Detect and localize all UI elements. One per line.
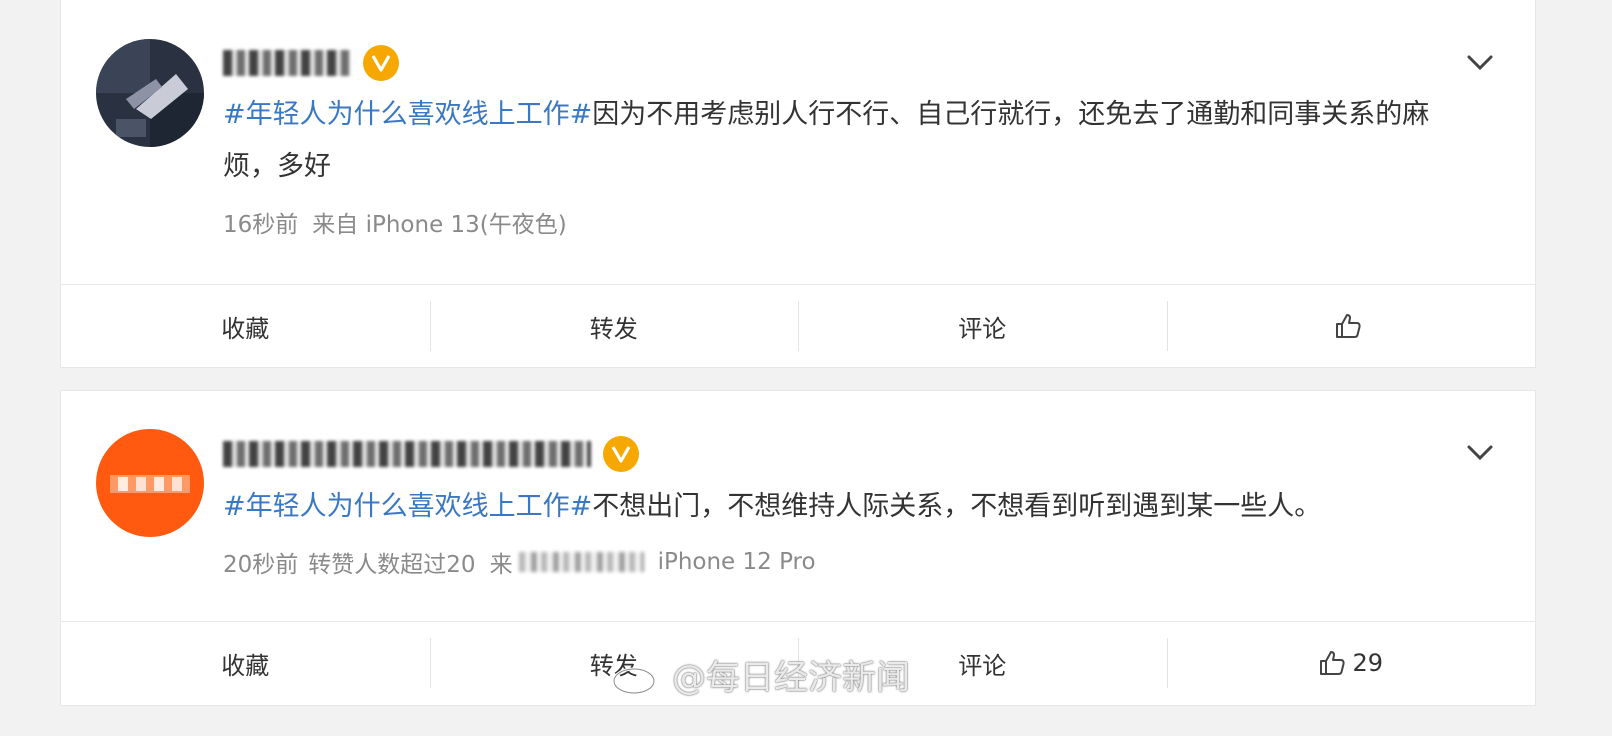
action-bar: 收藏 转发 评论: [61, 284, 1535, 367]
watermark: @每日经济新闻: [610, 650, 910, 699]
chevron-down-icon[interactable]: [1463, 45, 1497, 79]
like-button[interactable]: 29: [1166, 622, 1536, 704]
comment-button[interactable]: 评论: [798, 285, 1167, 367]
favorite-button[interactable]: 收藏: [61, 622, 430, 704]
like-button[interactable]: [1166, 285, 1536, 367]
post-source: 来自 iPhone 13(午夜色): [312, 212, 567, 238]
like-count: 29: [1352, 649, 1384, 677]
watermark-text: @每日经济新闻: [672, 658, 910, 698]
repost-button[interactable]: 转发: [429, 285, 799, 367]
repost-count-note: 转赞人数超过20: [308, 552, 476, 578]
user-avatar[interactable]: [96, 39, 204, 147]
topic-link[interactable]: #年轻人为什么喜欢线上工作#: [223, 99, 592, 130]
post-meta: 16秒前 来自 iPhone 13(午夜色): [223, 205, 581, 239]
post-time[interactable]: 20秒前: [223, 545, 298, 579]
username-blurred[interactable]: [223, 434, 639, 474]
chevron-down-icon[interactable]: [1463, 435, 1497, 469]
favorite-button[interactable]: 收藏: [61, 285, 430, 367]
weibo-logo-icon: [612, 659, 664, 694]
post-card-1: #年轻人为什么喜欢线上工作#因为不用考虑别人行不行、自己行就行，还免去了通勤和同…: [60, 0, 1536, 368]
post-text: #年轻人为什么喜欢线上工作#不想出门，不想维持人际关系，不想看到听到遇到某一些人…: [223, 481, 1473, 533]
username-blurred[interactable]: [223, 43, 399, 83]
topic-link[interactable]: #年轻人为什么喜欢线上工作#: [223, 491, 592, 522]
thumbs-up-icon: [1335, 314, 1361, 338]
post-source-prefix: 来: [489, 552, 513, 578]
verified-badge-icon: [363, 45, 399, 81]
post-content: 不想出门，不想维持人际关系，不想看到听到遇到某一些人。: [592, 491, 1322, 522]
post-source-device: iPhone 12 Pro: [657, 549, 816, 575]
post-meta: 20秒前 转赞人数超过20 来 iPhone 12 Pro: [223, 545, 830, 579]
user-avatar[interactable]: [96, 429, 204, 537]
verified-badge-icon: [603, 436, 639, 472]
post-text: #年轻人为什么喜欢线上工作#因为不用考虑别人行不行、自己行就行，还免去了通勤和同…: [223, 89, 1473, 193]
thumbs-up-icon: [1320, 651, 1346, 675]
post-time[interactable]: 16秒前: [223, 205, 298, 239]
source-blurred: [518, 552, 644, 572]
